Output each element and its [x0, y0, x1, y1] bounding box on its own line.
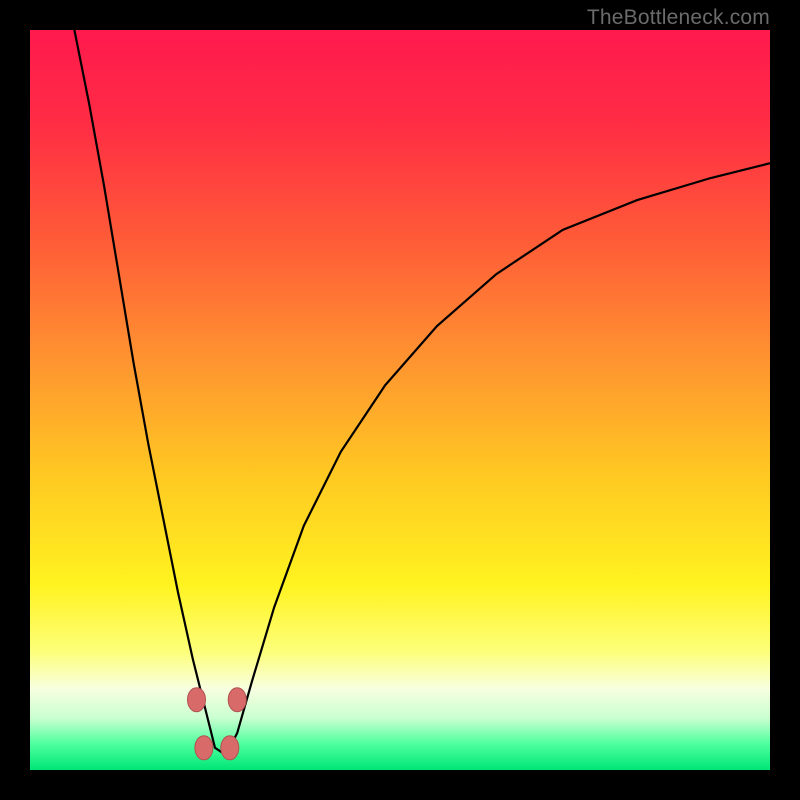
heat-gradient-background — [30, 30, 770, 770]
plot-area — [30, 30, 770, 770]
attribution-text: TheBottleneck.com — [587, 6, 770, 30]
chart-frame: TheBottleneck.com — [0, 0, 800, 800]
